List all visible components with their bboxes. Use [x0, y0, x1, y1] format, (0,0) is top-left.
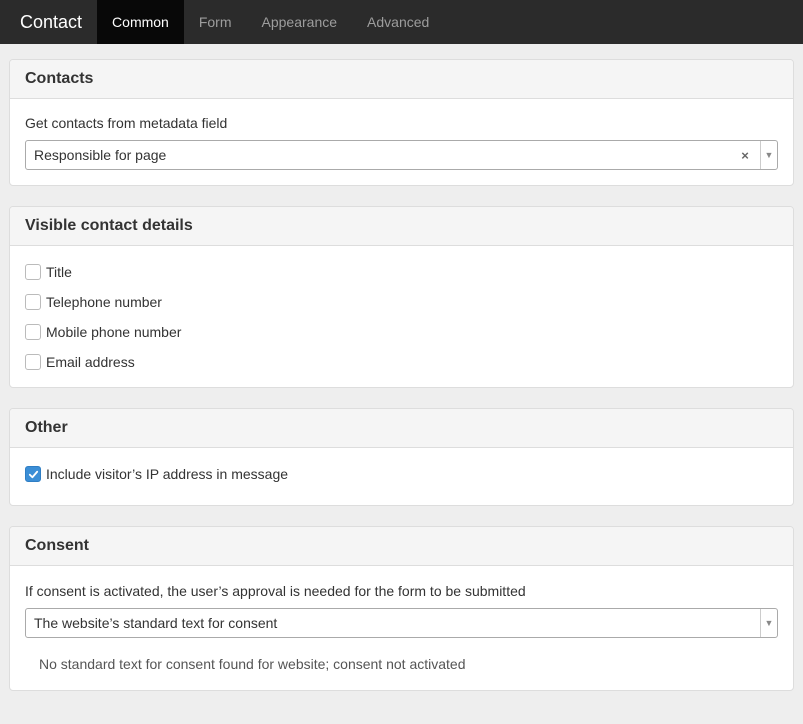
contacts-field-label: Get contacts from metadata field — [25, 115, 228, 131]
other-panel: Other Include visitor’s IP address in me… — [9, 408, 794, 506]
ip-address-checkbox[interactable] — [25, 466, 41, 482]
title-checkbox-label: Title — [46, 264, 72, 280]
consent-status-note: No standard text for consent found for w… — [39, 656, 466, 672]
mobile-checkbox[interactable] — [25, 324, 41, 340]
email-checkbox-label: Email address — [46, 354, 135, 370]
brand-title: Contact — [20, 11, 83, 32]
other-panel-heading: Other — [10, 409, 793, 448]
mobile-checkbox-label: Mobile phone number — [46, 324, 182, 340]
consent-panel: Consent If consent is activated, the use… — [9, 526, 794, 691]
checkmark-icon — [28, 470, 38, 478]
consent-field-label: If consent is activated, the user’s appr… — [25, 583, 526, 599]
email-checkbox[interactable] — [25, 354, 41, 370]
checkbox-row-ip-address[interactable]: Include visitor’s IP address in message — [25, 459, 778, 489]
clear-selection-icon[interactable]: × — [736, 148, 754, 163]
title-checkbox[interactable] — [25, 264, 41, 280]
visible-contact-details-panel: Visible contact details Title Telephone … — [9, 206, 794, 388]
tab-advanced[interactable]: Advanced — [352, 0, 444, 44]
consent-panel-heading: Consent — [10, 527, 793, 566]
ip-address-checkbox-label: Include visitor’s IP address in message — [46, 466, 289, 482]
checkbox-row-telephone[interactable]: Telephone number — [25, 287, 778, 317]
consent-text-select[interactable]: The website’s standard text for consent … — [25, 608, 778, 638]
main-content: Contacts Get contacts from metadata fiel… — [0, 44, 803, 691]
metadata-field-select[interactable]: Responsible for page × ▼ — [25, 140, 778, 170]
telephone-checkbox-label: Telephone number — [46, 294, 162, 310]
chevron-down-icon[interactable]: ▼ — [761, 618, 777, 628]
contacts-panel: Contacts Get contacts from metadata fiel… — [9, 59, 794, 186]
tab-common[interactable]: Common — [97, 0, 184, 44]
chevron-down-icon[interactable]: ▼ — [761, 150, 777, 160]
visible-contact-details-heading: Visible contact details — [10, 207, 793, 246]
telephone-checkbox[interactable] — [25, 294, 41, 310]
checkbox-row-title[interactable]: Title — [25, 257, 778, 287]
metadata-field-select-value: Responsible for page — [34, 147, 167, 163]
checkbox-row-mobile[interactable]: Mobile phone number — [25, 317, 778, 347]
tab-appearance[interactable]: Appearance — [247, 0, 353, 44]
consent-text-select-value: The website’s standard text for consent — [34, 615, 278, 631]
checkbox-row-email[interactable]: Email address — [25, 347, 778, 377]
tab-form[interactable]: Form — [184, 0, 247, 44]
top-navbar: Contact Common Form Appearance Advanced — [0, 0, 803, 44]
contacts-panel-heading: Contacts — [10, 60, 793, 99]
